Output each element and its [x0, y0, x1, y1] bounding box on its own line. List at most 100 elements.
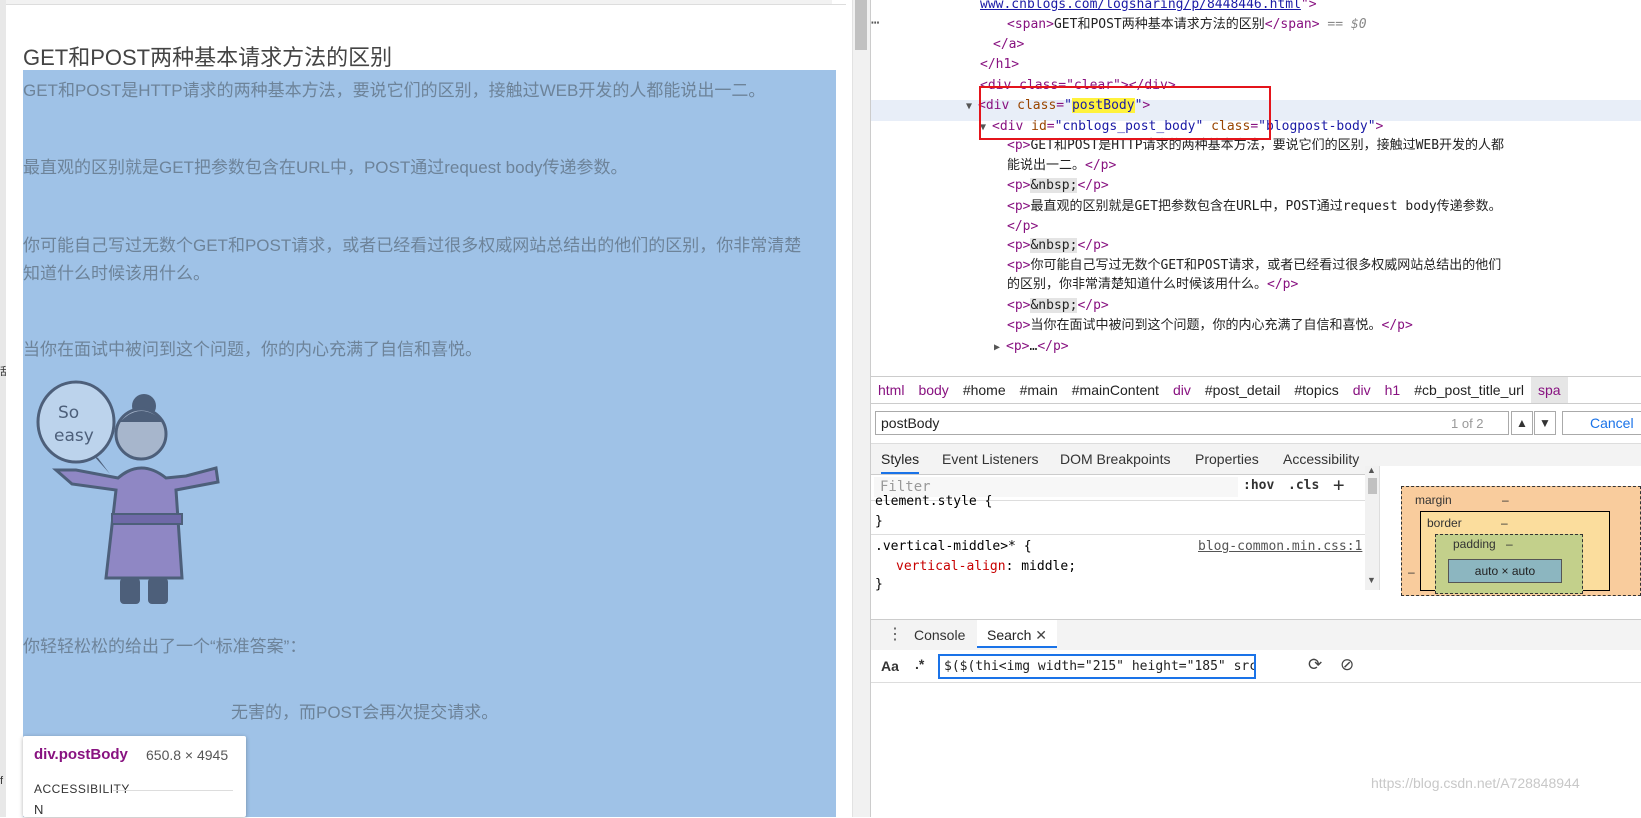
breadcrumb: html body #home #main #mainContent div #post_d…	[871, 376, 1641, 404]
bubble-word: easy	[54, 426, 94, 446]
breadcrumb-item[interactable]: #mainContent	[1065, 377, 1166, 403]
find-next-button[interactable]: ▼	[1534, 411, 1556, 435]
box-model-margin[interactable]: margin – – border – padding – auto × aut…	[1401, 486, 1641, 596]
find-bar: postBody 1 of 2 ▲ ▼ Cancel	[871, 408, 1641, 438]
post-paragraph: 无害的，而POST会再次提交请求。	[231, 703, 499, 722]
so-easy-illustration: So easy	[36, 380, 220, 604]
scroll-up-icon[interactable]: ▲	[1367, 465, 1376, 475]
border-label: border	[1427, 516, 1462, 530]
margin-label: margin	[1415, 493, 1452, 507]
collapse-triangle-icon[interactable]: ▶	[994, 337, 1006, 358]
tooltip-element-name: div.postBody	[34, 746, 128, 763]
refresh-icon[interactable]: ⟳	[1308, 655, 1322, 675]
dom-line[interactable]: <p>当你在面试中被问到这个问题，你的内心充满了自信和喜悦。</p>	[1007, 315, 1413, 336]
tab-accessibility[interactable]: Accessibility	[1283, 451, 1359, 467]
css-selector[interactable]: .vertical-middle>* {	[875, 537, 1032, 557]
dom-line[interactable]: </h1>	[980, 54, 1019, 75]
tab-search[interactable]: Search ✕	[977, 620, 1057, 648]
breadcrumb-item[interactable]: #cb_post_title_url	[1407, 377, 1531, 403]
box-model-padding[interactable]: padding – auto × auto	[1435, 534, 1583, 594]
rule-divider	[871, 534, 1366, 535]
hover-state-toggle[interactable]: :hov	[1243, 478, 1274, 493]
dom-line[interactable]: <p>&nbsp;</p>	[1007, 175, 1109, 196]
post-title[interactable]: GET和POST两种基本请求方法的区别	[23, 40, 392, 72]
find-match-count: 1 of 2	[1451, 416, 1484, 431]
css-brace: }	[875, 514, 883, 529]
breadcrumb-item[interactable]: #post_detail	[1198, 377, 1288, 403]
clear-icon[interactable]: ⊘	[1340, 655, 1354, 675]
post-paragraph: GET和POST是HTTP请求的两种基本方法，要说它们的区别，接触过WEB开发的…	[23, 81, 766, 100]
dom-line[interactable]: 的区别，你非常清楚知道什么时候该用什么。</p>	[1007, 274, 1298, 295]
styles-pane: Filter :hov .cls + element.style { } .ve…	[871, 474, 1366, 592]
breadcrumb-item[interactable]: html	[871, 377, 911, 403]
breadcrumb-item[interactable]: #main	[1013, 377, 1065, 403]
scroll-down-icon[interactable]: ▼	[1367, 575, 1376, 585]
dom-line[interactable]: www.cnblogs.com/logsharing/p/8448446.htm…	[980, 0, 1317, 15]
match-case-toggle[interactable]: Aa	[881, 658, 899, 674]
dom-tag: </span>	[1264, 17, 1320, 32]
dom-line[interactable]: </a>	[993, 34, 1024, 55]
edge-glyph: f	[0, 775, 4, 787]
post-paragraph: 你可能自己写过无数个GET和POST请求，或者已经看过很多权威网站总结出的他们的…	[23, 236, 802, 283]
tab-dom-breakpoints[interactable]: DOM Breakpoints	[1060, 451, 1170, 467]
watermark: https://blog.csdn.net/A728848944	[1371, 775, 1580, 791]
tooltip-divider	[113, 790, 233, 791]
breadcrumb-item[interactable]: #home	[956, 377, 1013, 403]
expand-triangle-icon[interactable]: ▼	[966, 96, 978, 117]
breadcrumb-item[interactable]: h1	[1378, 377, 1408, 403]
inspect-tooltip: div.postBody 650.8 × 4945 ACCESSIBILITY …	[23, 736, 246, 817]
dom-line[interactable]: 能说出一二。</p>	[1007, 155, 1116, 176]
find-cancel-button[interactable]: Cancel	[1562, 411, 1641, 435]
webpage-viewport: 乱 f GET和POST两种基本请求方法的区别 GET和POST是HTTP请求的…	[0, 0, 846, 818]
url-attr-value[interactable]: www.cnblogs.com/logsharing/p/8448446.htm…	[980, 0, 1301, 12]
tooltip-element-size: 650.8 × 4945	[146, 747, 229, 763]
find-input[interactable]: postBody	[875, 411, 1509, 435]
tab-styles[interactable]: Styles	[881, 451, 920, 474]
breadcrumb-item[interactable]: div	[1346, 377, 1378, 403]
breadcrumb-item[interactable]: body	[911, 377, 955, 403]
dom-line[interactable]: </p>	[1007, 216, 1038, 237]
breadcrumb-item[interactable]: #topics	[1287, 377, 1345, 403]
box-model-border[interactable]: border – padding – auto × auto	[1420, 511, 1610, 594]
regex-toggle[interactable]: .*	[915, 656, 924, 672]
css-declaration[interactable]: vertical-align: middle;	[896, 557, 1076, 577]
dom-tag: ">	[1300, 0, 1317, 12]
dom-line[interactable]: ▶ <p>…</p>	[994, 336, 1069, 357]
post-paragraph: 你轻轻松松的给出了一个“标准答案”：	[23, 637, 307, 656]
more-actions-icon[interactable]: ⋯	[871, 15, 879, 31]
css-source-link[interactable]: blog-common.min.css:1	[1198, 537, 1362, 557]
page-scrollbar[interactable]	[852, 0, 871, 817]
dom-line[interactable]: <p>你可能自己写过无数个GET和POST请求，或者已经看过很多权威网站总结出的…	[1007, 255, 1501, 276]
tab-console[interactable]: Console	[914, 627, 965, 643]
post-paragraph: 最直观的区别就是GET把参数包含在URL中，POST通过request body…	[23, 158, 628, 177]
page-scrollbar-thumb[interactable]	[855, 0, 867, 50]
css-selector[interactable]: element.style {	[875, 492, 992, 512]
breadcrumb-item[interactable]: spa	[1530, 377, 1568, 403]
bubble-word: So	[58, 403, 79, 423]
tab-event-listeners[interactable]: Event Listeners	[942, 451, 1039, 467]
class-toggle[interactable]: .cls	[1288, 478, 1319, 493]
box-model-content[interactable]: auto × auto	[1448, 559, 1562, 583]
drawer-tabbar: ⋮ Console Search ✕	[871, 619, 1641, 650]
search-toolbar: Aa .* $($(thi<img width="215" height="18…	[871, 650, 1641, 683]
search-input[interactable]: $($(thi<img width="215" height="185" src…	[938, 654, 1256, 679]
span-text: GET和POST两种基本请求方法的区别	[1053, 17, 1265, 32]
tooltip-item: N	[34, 802, 44, 817]
tooltip-section-title: ACCESSIBILITY	[34, 782, 130, 796]
css-brace: }	[875, 577, 883, 592]
elements-tree: ⋯ www.cnblogs.com/logsharing/p/8448446.h…	[871, 0, 1641, 373]
dom-tag: <span>	[1007, 17, 1054, 32]
dom-line[interactable]: <span>GET和POST两种基本请求方法的区别</span> == $0	[1007, 14, 1367, 35]
devtools-panel: ⋯ www.cnblogs.com/logsharing/p/8448446.h…	[870, 0, 1641, 817]
find-previous-button[interactable]: ▲	[1511, 411, 1533, 435]
drawer-menu-icon[interactable]: ⋮	[887, 624, 903, 644]
dom-line[interactable]: <p>最直观的区别就是GET把参数包含在URL中，POST通过request b…	[1007, 196, 1502, 217]
styles-scrollbar-thumb[interactable]	[1368, 478, 1377, 494]
selected-marker: == $0	[1327, 17, 1367, 32]
tab-properties[interactable]: Properties	[1195, 451, 1259, 467]
dom-line[interactable]: <p>&nbsp;</p>	[1007, 295, 1109, 316]
dom-line[interactable]: <p>&nbsp;</p>	[1007, 235, 1109, 256]
close-icon[interactable]: ✕	[1035, 627, 1047, 643]
new-rule-plus-icon[interactable]: +	[1333, 474, 1344, 496]
breadcrumb-item[interactable]: div	[1166, 377, 1198, 403]
